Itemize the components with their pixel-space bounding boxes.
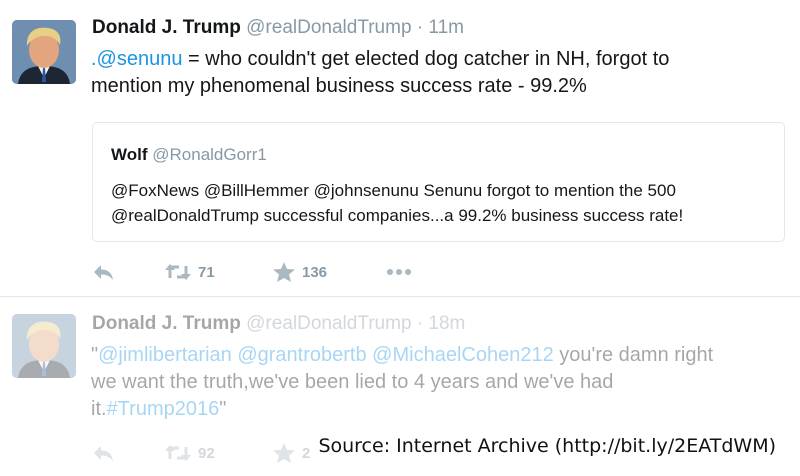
quoted-tweet[interactable]: Wolf @RonaldGorr1 @FoxNews @BillHemmer @… [92, 122, 785, 242]
tweet-text: .@senunu = who couldn't get elected dog … [91, 46, 781, 100]
like-count: 136 [302, 263, 328, 281]
avatar-photo-icon [12, 314, 76, 378]
retweet-button[interactable]: 71 [164, 258, 215, 286]
retweet-count: 71 [198, 263, 215, 281]
source-caption: Source: Internet Archive (http://bit.ly/… [310, 432, 782, 461]
hashtag-link[interactable]: #Trump2016 [107, 398, 220, 420]
like-button[interactable]: 136 [272, 258, 327, 286]
username[interactable]: @realDonaldTrump [246, 313, 411, 334]
quoted-display-name: Wolf [111, 145, 148, 164]
timestamp[interactable]: 11m [428, 17, 464, 38]
more-icon [387, 269, 411, 275]
reply-icon [94, 265, 113, 280]
avatar[interactable] [12, 314, 76, 378]
quoted-tweet-header: Wolf @RonaldGorr1 [111, 145, 267, 165]
like-icon [273, 262, 295, 282]
tweet-header: Donald J. Trump @realDonaldTrump · 18m [92, 313, 465, 335]
retweet-icon [165, 264, 191, 280]
mention-link[interactable]: @MichaelCohen212 [372, 344, 554, 366]
username[interactable]: @realDonaldTrump [246, 17, 411, 38]
separator: · [416, 17, 424, 38]
retweet-button[interactable]: 92 [164, 439, 215, 467]
tweet-header: Donald J. Trump @realDonaldTrump · 11m [92, 17, 464, 39]
separator: · [416, 313, 424, 334]
tweet-1: Donald J. Trump @realDonaldTrump · 11m .… [0, 0, 800, 296]
retweet-count: 92 [198, 444, 215, 462]
mention-link[interactable]: @grantrobertb [237, 344, 366, 366]
avatar[interactable] [12, 20, 76, 84]
more-button[interactable] [386, 258, 412, 286]
quoted-tweet-text: @FoxNews @BillHemmer @johnsenunu Senunu … [111, 181, 684, 225]
retweet-icon [165, 445, 191, 461]
timestamp[interactable]: 18m [428, 313, 465, 334]
reply-button[interactable] [92, 258, 116, 286]
reply-icon [94, 446, 113, 461]
like-icon [273, 443, 295, 463]
tweet-text: " @jimlibertarian @grantrobertb @MichaelC… [91, 342, 781, 423]
reply-button[interactable] [92, 439, 116, 467]
close-quote: " [219, 398, 227, 420]
mention-link[interactable]: @jimlibertarian [98, 344, 232, 366]
avatar-photo-icon [12, 20, 76, 84]
quoted-username: @RonaldGorr1 [152, 145, 267, 164]
display-name[interactable]: Donald J. Trump [92, 313, 241, 334]
mention-link[interactable]: .@senunu [91, 48, 182, 70]
display-name[interactable]: Donald J. Trump [92, 17, 241, 38]
